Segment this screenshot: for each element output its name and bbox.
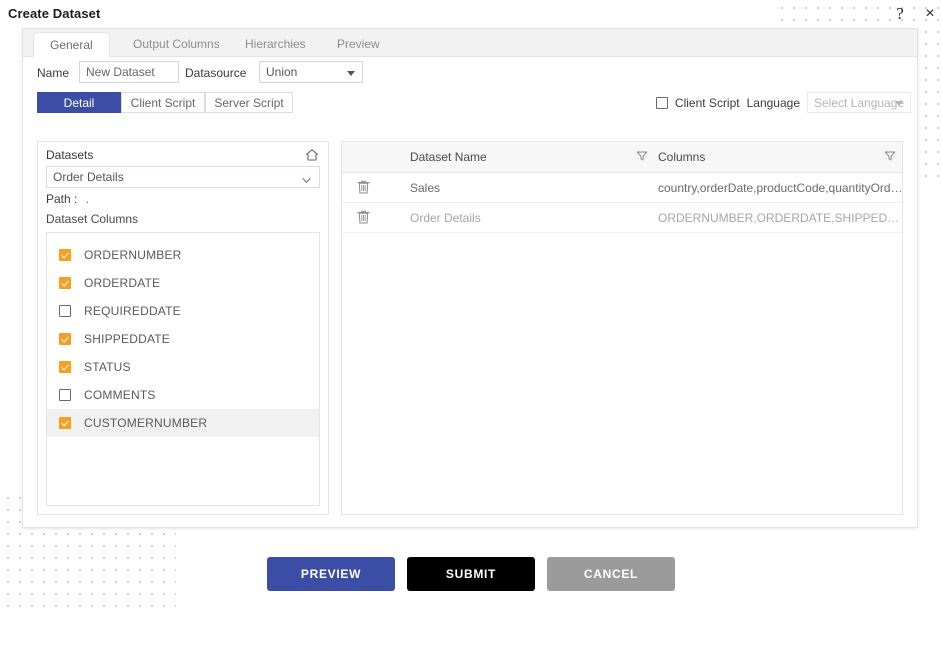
chevron-down-icon (302, 174, 311, 184)
language-label: Language (746, 95, 800, 110)
tab-hierarchies[interactable]: Hierarchies (229, 32, 322, 56)
name-label: Name (37, 66, 70, 80)
cell-columns: ORDERNUMBER,ORDERDATE,SHIPPEDDAT... (658, 211, 904, 225)
column-checkbox[interactable] (59, 277, 71, 289)
column-name: ORDERDATE (84, 276, 161, 290)
column-checkbox[interactable] (59, 361, 71, 373)
close-icon[interactable]: × (920, 4, 940, 24)
main-tab-strip: General Output Columns Hierarchies Previ… (23, 29, 917, 57)
column-name: STATUS (84, 360, 131, 374)
table-header: Dataset Name Columns (342, 142, 902, 173)
dataset-column-item[interactable]: ORDERNUMBER (47, 241, 319, 269)
column-name: ORDERNUMBER (84, 248, 182, 262)
dataset-columns-box: ORDERNUMBER ORDERDATE REQUIREDDATE SHIPPEDD… (46, 232, 320, 506)
path-label: Path : (46, 192, 78, 206)
column-header-columns: Columns (658, 150, 706, 164)
trash-icon[interactable] (356, 179, 371, 195)
filter-icon-columns[interactable] (884, 150, 896, 162)
column-checkbox[interactable] (59, 389, 71, 401)
column-name: CUSTOMERNUMBER (84, 416, 208, 430)
page-title: Create Dataset (8, 6, 101, 21)
dataset-columns-label: Dataset Columns (46, 212, 139, 226)
dataset-column-item[interactable]: SHIPPEDDATE (47, 325, 319, 353)
dataset-selected-value: Order Details (53, 170, 124, 184)
tab-general[interactable]: General (33, 32, 110, 57)
table-row[interactable]: Order Details ORDERNUMBER,ORDERDATE,SHIPP… (342, 203, 904, 233)
column-header-dataset-name: Dataset Name (410, 150, 487, 164)
dataset-select[interactable]: Order Details (46, 166, 320, 188)
home-icon[interactable] (304, 147, 320, 163)
dataset-column-item[interactable]: COMMENTS (47, 381, 319, 409)
language-selected-value: Select Language (814, 96, 905, 110)
language-select[interactable]: Select Language (807, 92, 911, 113)
datasource-label: Datasource (185, 66, 247, 80)
dataset-column-item[interactable]: CUSTOMERNUMBER (47, 409, 319, 437)
tab-preview[interactable]: Preview (321, 32, 396, 56)
client-script-checkbox[interactable] (655, 96, 668, 109)
column-checkbox[interactable] (59, 249, 71, 261)
chevron-down-icon (895, 101, 903, 106)
column-checkbox[interactable] (59, 417, 71, 429)
trash-icon[interactable] (356, 209, 371, 225)
cancel-button[interactable]: CANCEL (547, 557, 675, 591)
filter-icon-dataset-name[interactable] (636, 150, 648, 162)
dialog-body: Datasets Order Details Path : . Dataset … (37, 141, 904, 515)
path-row: Path : . (46, 192, 89, 206)
dataset-column-item[interactable]: STATUS (47, 353, 319, 381)
dataset-column-item[interactable]: REQUIREDDATE (47, 297, 319, 325)
selected-datasets-panel: Dataset Name Columns Sales country,orderD… (341, 141, 904, 515)
subtab-client-script[interactable]: Client Script (121, 92, 205, 113)
dataset-columns-list: ORDERNUMBER ORDERDATE REQUIREDDATE SHIPPEDD… (47, 233, 319, 437)
table-row[interactable]: Sales country,orderDate,productCode,quant… (342, 173, 904, 203)
path-value: . (85, 192, 90, 206)
cell-columns: country,orderDate,productCode,quantityOr… (658, 181, 904, 195)
chevron-down-icon (347, 71, 355, 76)
preview-button[interactable]: PREVIEW (267, 557, 395, 591)
table-body: Sales country,orderDate,productCode,quant… (342, 173, 904, 233)
column-checkbox[interactable] (59, 333, 71, 345)
client-script-label: Client Script (674, 95, 740, 110)
datasource-selected-value: Union (266, 65, 298, 79)
column-name: COMMENTS (84, 388, 156, 402)
name-datasource-row: Name Datasource Union (23, 57, 917, 89)
datasets-label: Datasets (46, 148, 94, 162)
dataset-column-item[interactable]: ORDERDATE (47, 269, 319, 297)
column-checkbox[interactable] (59, 305, 71, 317)
column-name: REQUIREDDATE (84, 304, 181, 318)
subtab-server-script[interactable]: Server Script (205, 92, 293, 113)
client-script-options: Client Script Language Select Language (655, 92, 911, 113)
create-dataset-dialog: General Output Columns Hierarchies Previ… (22, 28, 918, 528)
dialog-footer: PREVIEW SUBMIT CANCEL (0, 557, 942, 591)
sub-tab-row: Detail Client Script Server Script Clien… (23, 92, 917, 114)
submit-button[interactable]: SUBMIT (407, 557, 535, 591)
tab-output-columns[interactable]: Output Columns (117, 32, 236, 56)
datasource-select[interactable]: Union (259, 61, 363, 83)
column-name: SHIPPEDDATE (84, 332, 170, 346)
datasets-panel: Datasets Order Details Path : . Dataset … (37, 141, 329, 515)
name-input[interactable] (79, 61, 179, 83)
subtab-detail[interactable]: Detail (37, 92, 121, 113)
cell-dataset-name: Order Details (410, 211, 481, 225)
cell-dataset-name: Sales (410, 181, 441, 195)
help-icon[interactable]: ? (890, 4, 910, 24)
